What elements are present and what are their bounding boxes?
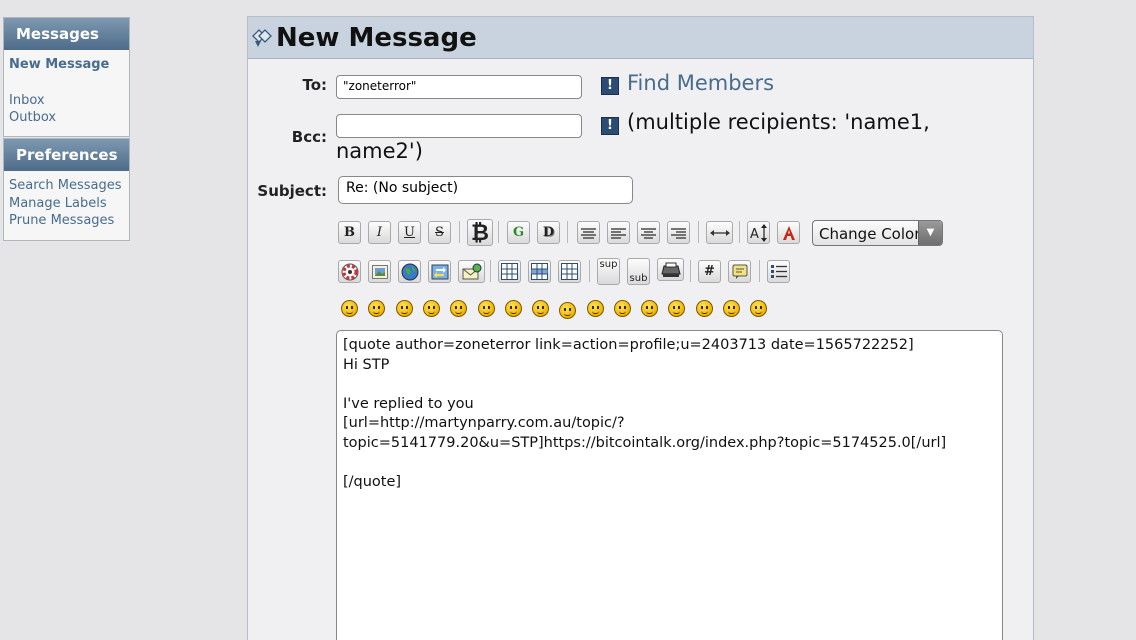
angry-icon[interactable] [450, 300, 467, 317]
quote-icon [732, 264, 747, 279]
superscript-button[interactable]: sup [597, 258, 620, 285]
subscript-button[interactable]: sub [627, 258, 650, 285]
toolbar-separator [490, 260, 491, 282]
align-left-button[interactable] [607, 221, 630, 244]
preformatted-button[interactable] [577, 221, 600, 244]
sidebar-messages-box: Messages New Message Inbox Outbox [3, 17, 130, 137]
image-icon [371, 264, 388, 279]
sidebar-preferences-box: Preferences Search Messages Manage Label… [3, 138, 130, 241]
insert-row-button[interactable] [528, 260, 551, 283]
align-right-icon [671, 227, 686, 239]
grin-icon[interactable] [423, 300, 440, 317]
cry-icon[interactable] [750, 300, 767, 317]
chevron-down-icon: ▼ [918, 221, 942, 245]
flash-icon [341, 263, 358, 280]
huh-icon[interactable] [559, 302, 576, 319]
align-center-icon [641, 227, 656, 239]
typewriter-icon [660, 262, 681, 277]
rolleyes-icon[interactable] [587, 300, 604, 317]
subject-field[interactable]: Re: (No subject) [338, 176, 633, 204]
toolbar-separator [498, 221, 499, 243]
flash-button[interactable] [338, 260, 361, 283]
underline-button[interactable]: U [398, 221, 421, 244]
change-color-select[interactable]: Change Color ▼ [812, 220, 943, 246]
bold-button[interactable]: B [338, 221, 361, 244]
shadow-button[interactable]: D [537, 221, 560, 244]
to-field[interactable]: "zoneterror" [336, 75, 582, 99]
list-button[interactable] [767, 260, 790, 283]
toolbar-separator [459, 221, 460, 243]
to-label: To: [302, 76, 327, 94]
find-members-icon[interactable]: ! [601, 77, 619, 95]
cool-icon[interactable] [532, 300, 549, 317]
message-icon [252, 29, 272, 47]
table-row-icon [531, 263, 548, 280]
marquee-button[interactable] [706, 221, 733, 244]
email-icon [462, 263, 481, 279]
sidebar-item-prune-messages[interactable]: Prune Messages [9, 212, 124, 230]
table-column-icon [561, 263, 578, 280]
embarrassed-icon[interactable] [641, 300, 658, 317]
sidebar-item-outbox[interactable]: Outbox [9, 109, 124, 127]
code-button[interactable]: # [698, 260, 721, 283]
wink-icon[interactable] [368, 300, 385, 317]
italic-button[interactable]: I [368, 221, 391, 244]
bcc-hint: (multiple recipients: 'name1, name2') [336, 110, 930, 163]
shocked-icon[interactable] [505, 300, 522, 317]
bitcoin-button[interactable]: ₿ [467, 219, 493, 246]
kiss-icon[interactable] [723, 300, 740, 317]
align-left-icon [611, 227, 626, 239]
svg-text:A: A [750, 227, 759, 242]
font-size-icon: A [750, 223, 767, 242]
cheesy-icon[interactable] [396, 300, 413, 317]
ftp-icon [431, 264, 448, 279]
undecided-icon[interactable] [696, 300, 713, 317]
sidebar-item-new-message[interactable]: New Message [9, 56, 124, 74]
bcc-label: Bcc: [291, 128, 327, 146]
toolbar-separator [698, 221, 699, 243]
glow-button[interactable]: G [507, 221, 530, 244]
ftp-button[interactable] [428, 260, 451, 283]
tongue-icon[interactable] [614, 300, 631, 317]
insert-column-button[interactable] [558, 260, 581, 283]
sidebar-item-inbox[interactable]: Inbox [9, 92, 124, 110]
toolbar-separator [567, 221, 568, 243]
sad-icon[interactable] [478, 300, 495, 317]
change-color-label: Change Color [819, 225, 921, 243]
align-right-button[interactable] [667, 221, 690, 244]
table-icon [501, 263, 518, 280]
teletype-button[interactable] [657, 258, 684, 281]
sidebar-messages-title: Messages [4, 18, 129, 50]
subject-label: Subject: [257, 182, 327, 200]
toolbar-separator [589, 260, 590, 282]
sidebar-item-search-messages[interactable]: Search Messages [9, 177, 124, 195]
horizontal-arrows-icon [709, 229, 730, 236]
message-body-textarea[interactable]: [quote author=zoneterror link=action=pro… [336, 330, 1003, 640]
toolbar-separator [739, 221, 740, 243]
font-color-button[interactable] [777, 221, 800, 244]
insert-image-button[interactable] [368, 260, 391, 283]
font-color-icon [782, 225, 795, 240]
insert-table-button[interactable] [498, 260, 521, 283]
toolbar-separator [690, 260, 691, 282]
toolbar-separator [759, 260, 760, 282]
title-bar: New Message [248, 17, 1033, 59]
quote-button[interactable] [728, 260, 751, 283]
pre-icon [581, 227, 596, 239]
globe-link-icon [401, 263, 418, 280]
find-members-link[interactable]: Find Members [627, 71, 774, 95]
align-center-button[interactable] [637, 221, 660, 244]
page-title: New Message [276, 23, 477, 53]
insert-link-button[interactable] [398, 260, 421, 283]
font-size-button[interactable]: A [747, 221, 770, 244]
email-button[interactable] [458, 260, 485, 283]
strike-button[interactable]: S [428, 221, 451, 244]
sidebar-preferences-title: Preferences [4, 139, 129, 171]
smiley-icon[interactable] [341, 300, 358, 317]
sidebar-item-manage-labels[interactable]: Manage Labels [9, 195, 124, 213]
lipsrsealed-icon[interactable] [668, 300, 685, 317]
bulleted-list-icon [770, 265, 787, 278]
